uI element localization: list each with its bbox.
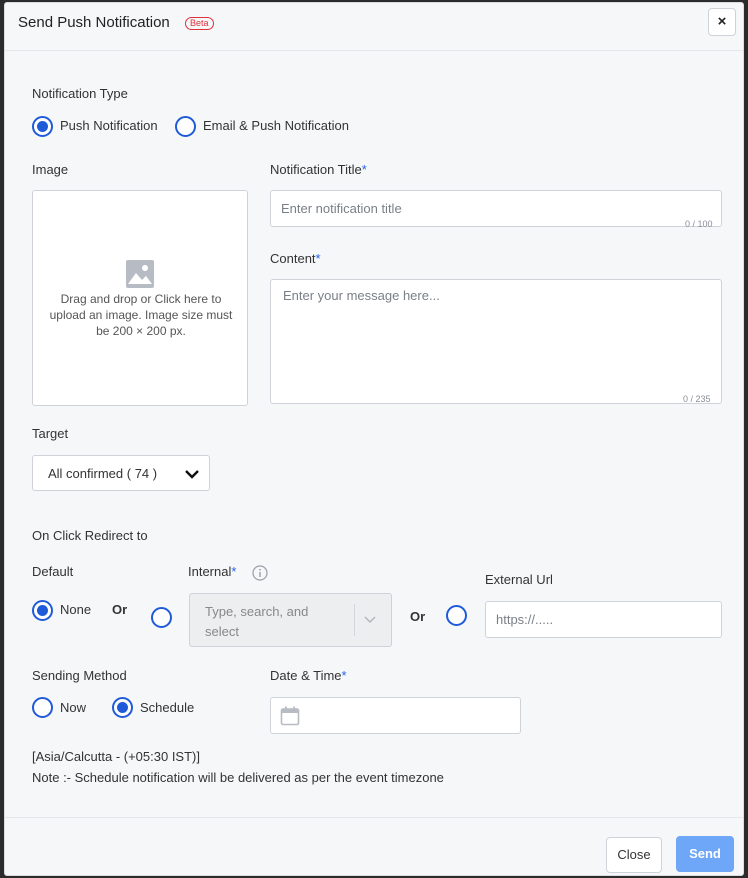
or-text: Or [410, 609, 426, 624]
required-mark: * [341, 668, 347, 683]
schedule-label: Schedule [140, 700, 195, 715]
image-dropzone[interactable]: Drag and drop or Click here to upload an… [32, 190, 248, 406]
schedule-radio[interactable] [112, 697, 133, 718]
required-mark: * [231, 564, 237, 579]
close-icon[interactable]: × [708, 8, 736, 36]
redirect-none-radio[interactable] [32, 600, 53, 621]
send-now-label: Now [60, 700, 87, 715]
content-label-text: Content [270, 251, 316, 266]
external-url-label: External Url [485, 572, 553, 587]
redirect-none-label: None [60, 602, 92, 617]
date-time-label-text: Date & Time [270, 668, 342, 683]
schedule-note: Note :- Schedule notification will be de… [32, 770, 444, 785]
modal-footer: Close Send [5, 817, 743, 875]
email-push-notification-radio[interactable] [175, 116, 196, 137]
target-selected-value: All confirmed ( 74 ) [48, 466, 158, 481]
target-select[interactable]: All confirmed ( 74 ) [32, 455, 210, 491]
notification-title-label-text: Notification Title [270, 162, 362, 177]
notification-title-input[interactable] [270, 190, 722, 227]
sending-method-label: Sending Method [32, 668, 127, 683]
dropzone-text: Drag and drop or Click here to upload an… [49, 292, 233, 338]
default-label: Default [32, 564, 74, 579]
notification-title-label: Notification Title* [270, 162, 367, 177]
internal-label-text: Internal [188, 564, 232, 579]
modal-header: Send Push Notification Beta × [5, 3, 743, 51]
external-url-input[interactable] [485, 601, 722, 638]
info-icon[interactable] [252, 565, 268, 581]
chevron-down-icon [185, 470, 199, 479]
close-button[interactable]: Close [606, 837, 662, 873]
image-label: Image [32, 162, 69, 177]
redirect-label: On Click Redirect to [32, 528, 148, 543]
redirect-external-radio[interactable] [446, 605, 467, 626]
internal-label: Internal* [188, 564, 236, 579]
email-push-notification-label: Email & Push Notification [203, 118, 349, 133]
select-separator [354, 604, 355, 636]
date-time-input[interactable] [270, 697, 521, 734]
required-mark: * [361, 162, 367, 177]
push-notification-radio[interactable] [32, 116, 53, 137]
beta-badge: Beta [185, 17, 214, 30]
chevron-down-icon [364, 616, 376, 623]
target-label: Target [32, 426, 69, 441]
send-push-notification-modal: Send Push Notification Beta × Notificati… [4, 2, 744, 876]
title-char-counter: 0 / 100 [685, 219, 713, 229]
calendar-icon [280, 706, 300, 726]
timezone-text: [Asia/Calcutta - (+05:30 IST)] [32, 749, 200, 764]
required-mark: * [315, 251, 321, 266]
push-notification-label: Push Notification [60, 118, 158, 133]
internal-select: Type, search, and select [189, 593, 392, 647]
content-label: Content* [270, 251, 321, 266]
notification-type-label: Notification Type [32, 86, 128, 101]
content-textarea[interactable] [270, 279, 722, 404]
send-button[interactable]: Send [676, 836, 734, 872]
send-now-radio[interactable] [32, 697, 53, 718]
internal-select-placeholder: Type, search, and select [205, 604, 309, 639]
date-time-label: Date & Time* [270, 668, 347, 683]
image-icon [126, 260, 154, 288]
redirect-internal-radio[interactable] [151, 607, 172, 628]
content-char-counter: 0 / 235 [683, 394, 711, 404]
modal-title: Send Push Notification [18, 14, 170, 31]
or-text: Or [112, 602, 128, 617]
